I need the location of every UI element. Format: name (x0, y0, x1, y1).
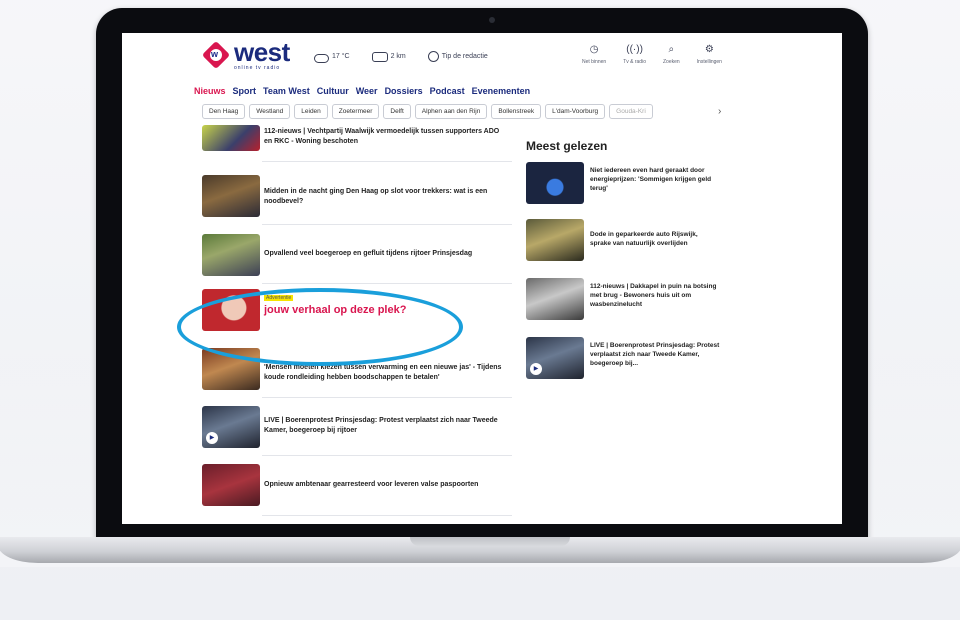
laptop-notch (410, 537, 570, 546)
most-read-title: Meest gelezen (526, 139, 608, 153)
cloud-sun-icon (314, 54, 329, 63)
tool-search[interactable]: ⌕ Zoeken (663, 44, 680, 66)
region-chip[interactable]: L'dam-Voorburg (545, 104, 606, 119)
car-icon (371, 51, 388, 62)
most-read-thumbnail (526, 219, 584, 261)
tool-net-binnen[interactable]: ◷ Net binnen (582, 44, 606, 66)
search-icon: ⌕ (668, 44, 675, 55)
article-thumbnail (202, 175, 260, 217)
most-read-thumbnail: ▶ (526, 337, 584, 379)
chevron-right-icon[interactable]: › (718, 106, 732, 120)
play-icon: ▶ (206, 432, 218, 444)
lightbulb-icon (427, 51, 439, 62)
most-read-thumbnail (526, 162, 584, 204)
header-tools: ◷ Net binnen ((·)) Tv & radio ⌕ Zoeken ⚙ Ins… (582, 44, 722, 66)
article-item[interactable]: Opvallend veel boegeroep en gefluit tijd… (202, 234, 502, 278)
most-read-title-text: LIVE | Boerenprotest Prinsjesdag: Protes… (590, 342, 720, 367)
tip-link[interactable]: Tip de redactie (427, 51, 488, 62)
divider (262, 515, 512, 516)
nav-team-west[interactable]: Team West (263, 86, 310, 96)
region-chip[interactable]: Westland (249, 104, 291, 119)
region-chip[interactable]: Gouda-Kri (609, 104, 653, 119)
laptop-screen: w west online tv radio 17 °C 2 km Tip de… (122, 33, 842, 524)
nav-evenementen[interactable]: Evenementen (472, 86, 531, 96)
region-chip[interactable]: Zoetermeer (331, 104, 380, 119)
most-read-title-text: Niet iedereen even hard geraakt door ene… (590, 167, 712, 192)
logo-mark-icon: w (201, 40, 231, 70)
clock-icon: ◷ (589, 44, 599, 55)
nav-weer[interactable]: Weer (356, 86, 378, 96)
article-title: Midden in de nacht ging Den Haag op slot… (264, 188, 488, 205)
main-nav: Nieuws Sport Team West Cultuur Weer Doss… (194, 86, 530, 96)
weather-bar: 17 °C 2 km Tip de redactie (314, 51, 488, 63)
highlight-ellipse (177, 288, 463, 366)
article-item[interactable]: 112-nieuws | Vechtpartij Waalwijk vermoe… (202, 125, 502, 169)
article-thumbnail: ▶ (202, 406, 260, 448)
region-chip[interactable]: Delft (383, 104, 411, 119)
nav-cultuur[interactable]: Cultuur (317, 86, 349, 96)
camera-icon (489, 17, 495, 23)
divider (262, 161, 512, 162)
region-chip[interactable]: Alphen aan den Rijn (414, 104, 488, 119)
play-icon: ▶ (530, 363, 542, 375)
article-item[interactable]: ▶ LIVE | Boerenprotest Prinsjesdag: Prot… (202, 406, 502, 450)
article-thumbnail (202, 125, 260, 151)
article-title: 'Mensen moeten kiezen tussen verwarming … (264, 364, 502, 381)
article-title: Opvallend veel boegeroep en gefluit tijd… (264, 250, 473, 257)
region-chip[interactable]: Bollenstreek (491, 104, 542, 119)
tool-settings[interactable]: ⚙ Instellingen (697, 44, 722, 66)
most-read-thumbnail (526, 278, 584, 320)
nav-sport[interactable]: Sport (233, 86, 257, 96)
region-chip[interactable]: Leiden (294, 104, 328, 119)
logo-word: west (234, 37, 290, 67)
article-title: 112-nieuws | Vechtpartij Waalwijk vermoe… (264, 128, 500, 145)
site-logo[interactable]: w west online tv radio (201, 37, 290, 71)
nav-dossiers[interactable]: Dossiers (385, 86, 423, 96)
broadcast-icon: ((·)) (626, 44, 643, 55)
divider (262, 455, 512, 456)
article-title: Opnieuw ambtenaar gearresteerd voor leve… (264, 481, 479, 488)
article-thumbnail (202, 234, 260, 276)
divider (262, 283, 512, 284)
most-read-title-text: 112-nieuws | Dakkapel in puin na botsing… (590, 283, 717, 308)
region-nav: Den Haag Westland Leiden Zoetermeer Delf… (202, 104, 653, 119)
gear-icon: ⚙ (704, 44, 714, 55)
divider (262, 224, 512, 225)
most-read-title-text: Dode in geparkeerde auto Rijswijk, sprak… (590, 231, 698, 247)
region-chip[interactable]: Den Haag (202, 104, 246, 119)
article-thumbnail (202, 464, 260, 506)
weather-temp[interactable]: 17 °C (314, 52, 350, 63)
article-item[interactable]: Midden in de nacht ging Den Haag op slot… (202, 175, 502, 219)
divider (262, 397, 512, 398)
nav-podcast[interactable]: Podcast (430, 86, 465, 96)
nav-nieuws[interactable]: Nieuws (194, 86, 226, 96)
article-title: LIVE | Boerenprotest Prinsjesdag: Protes… (264, 417, 498, 434)
tool-tv-radio[interactable]: ((·)) Tv & radio (623, 44, 646, 66)
traffic-info[interactable]: 2 km (371, 51, 406, 62)
article-item[interactable]: Opnieuw ambtenaar gearresteerd voor leve… (202, 464, 502, 508)
